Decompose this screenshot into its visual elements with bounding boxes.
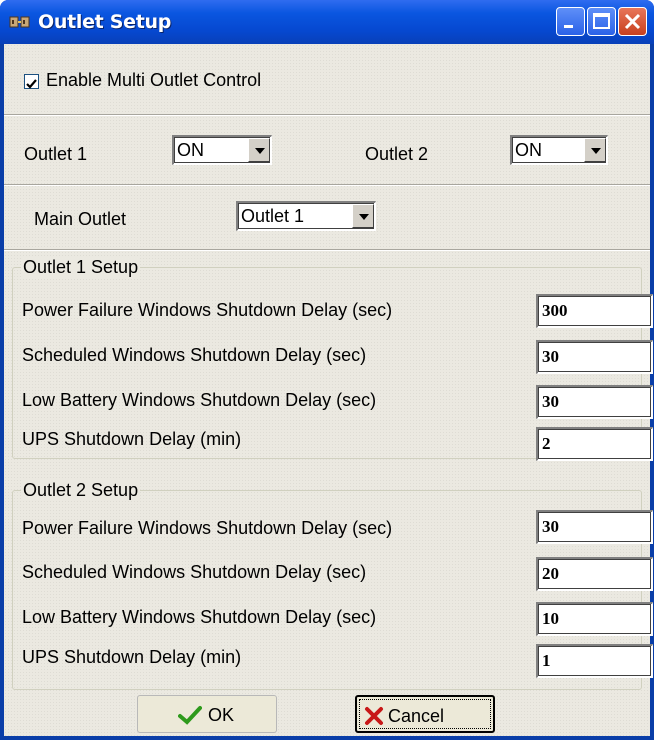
outlet1-select[interactable]: ON	[172, 135, 272, 165]
enable-multi-outlet-checkbox[interactable]	[24, 74, 39, 89]
outlet1-label: Outlet 1	[24, 144, 88, 164]
outlet1-ups-shutdown-input[interactable]: 2	[536, 427, 653, 461]
x-icon	[365, 707, 383, 725]
divider	[4, 114, 650, 116]
cancel-label: Cancel	[388, 706, 445, 726]
outlet1-scheduled-input[interactable]: 30	[536, 340, 653, 374]
divider	[4, 249, 650, 251]
chevron-down-icon[interactable]	[248, 138, 270, 162]
group-title: Outlet 2 Setup	[21, 480, 141, 501]
outlet2-label: Outlet 2	[365, 144, 429, 164]
outlet1-low-battery-input[interactable]: 30	[536, 385, 653, 419]
main-outlet-value: Outlet 1	[241, 206, 305, 226]
outlet1-scheduled-label: Scheduled Windows Shutdown Delay (sec)	[22, 345, 367, 365]
outlet2-select[interactable]: ON	[510, 135, 608, 165]
outlet2-low-battery-label: Low Battery Windows Shutdown Delay (sec)	[22, 607, 377, 627]
outlet2-low-battery-input[interactable]: 10	[536, 602, 653, 636]
dialog-body: Enable Multi Outlet Control Outlet 1 ON …	[4, 44, 653, 736]
minimize-button[interactable]	[556, 7, 585, 36]
title-bar[interactable]: Outlet Setup	[0, 0, 654, 44]
maximize-button[interactable]	[587, 7, 616, 36]
cancel-button[interactable]: Cancel	[355, 695, 495, 733]
outlet1-ups-shutdown-label: UPS Shutdown Delay (min)	[22, 429, 242, 449]
outlet-setup-icon	[9, 16, 30, 28]
outlet2-value: ON	[515, 140, 542, 160]
main-outlet-select[interactable]: Outlet 1	[236, 201, 376, 231]
main-outlet-label: Main Outlet	[34, 209, 127, 229]
outlet1-power-failure-input[interactable]: 300	[536, 294, 653, 328]
outlet1-low-battery-label: Low Battery Windows Shutdown Delay (sec)	[22, 390, 377, 410]
outlet2-scheduled-input[interactable]: 20	[536, 557, 653, 591]
close-icon	[624, 13, 641, 30]
maximize-icon	[593, 13, 610, 29]
window-title: Outlet Setup	[38, 11, 172, 33]
outlet1-power-failure-label: Power Failure Windows Shutdown Delay (se…	[22, 300, 393, 320]
minimize-icon	[564, 25, 573, 28]
outlet2-power-failure-input[interactable]: 30	[536, 510, 653, 544]
outlet-setup-window: Outlet Setup Enable Multi Outlet Control…	[0, 0, 654, 740]
group-title: Outlet 1 Setup	[21, 257, 141, 278]
outlet2-power-failure-label: Power Failure Windows Shutdown Delay (se…	[22, 518, 393, 538]
chevron-down-icon[interactable]	[584, 138, 606, 162]
outlet2-ups-shutdown-input[interactable]: 1	[536, 644, 653, 678]
divider	[4, 184, 650, 186]
checkmark-icon	[26, 79, 37, 89]
checkmark-icon	[178, 706, 202, 725]
chevron-down-icon[interactable]	[352, 204, 374, 228]
outlet1-value: ON	[177, 140, 204, 160]
outlet2-ups-shutdown-label: UPS Shutdown Delay (min)	[22, 647, 242, 667]
ok-button[interactable]: OK	[137, 695, 277, 733]
enable-multi-outlet-label: Enable Multi Outlet Control	[46, 70, 262, 90]
close-button[interactable]	[618, 7, 647, 36]
outlet2-scheduled-label: Scheduled Windows Shutdown Delay (sec)	[22, 562, 367, 582]
ok-label: OK	[208, 705, 235, 725]
